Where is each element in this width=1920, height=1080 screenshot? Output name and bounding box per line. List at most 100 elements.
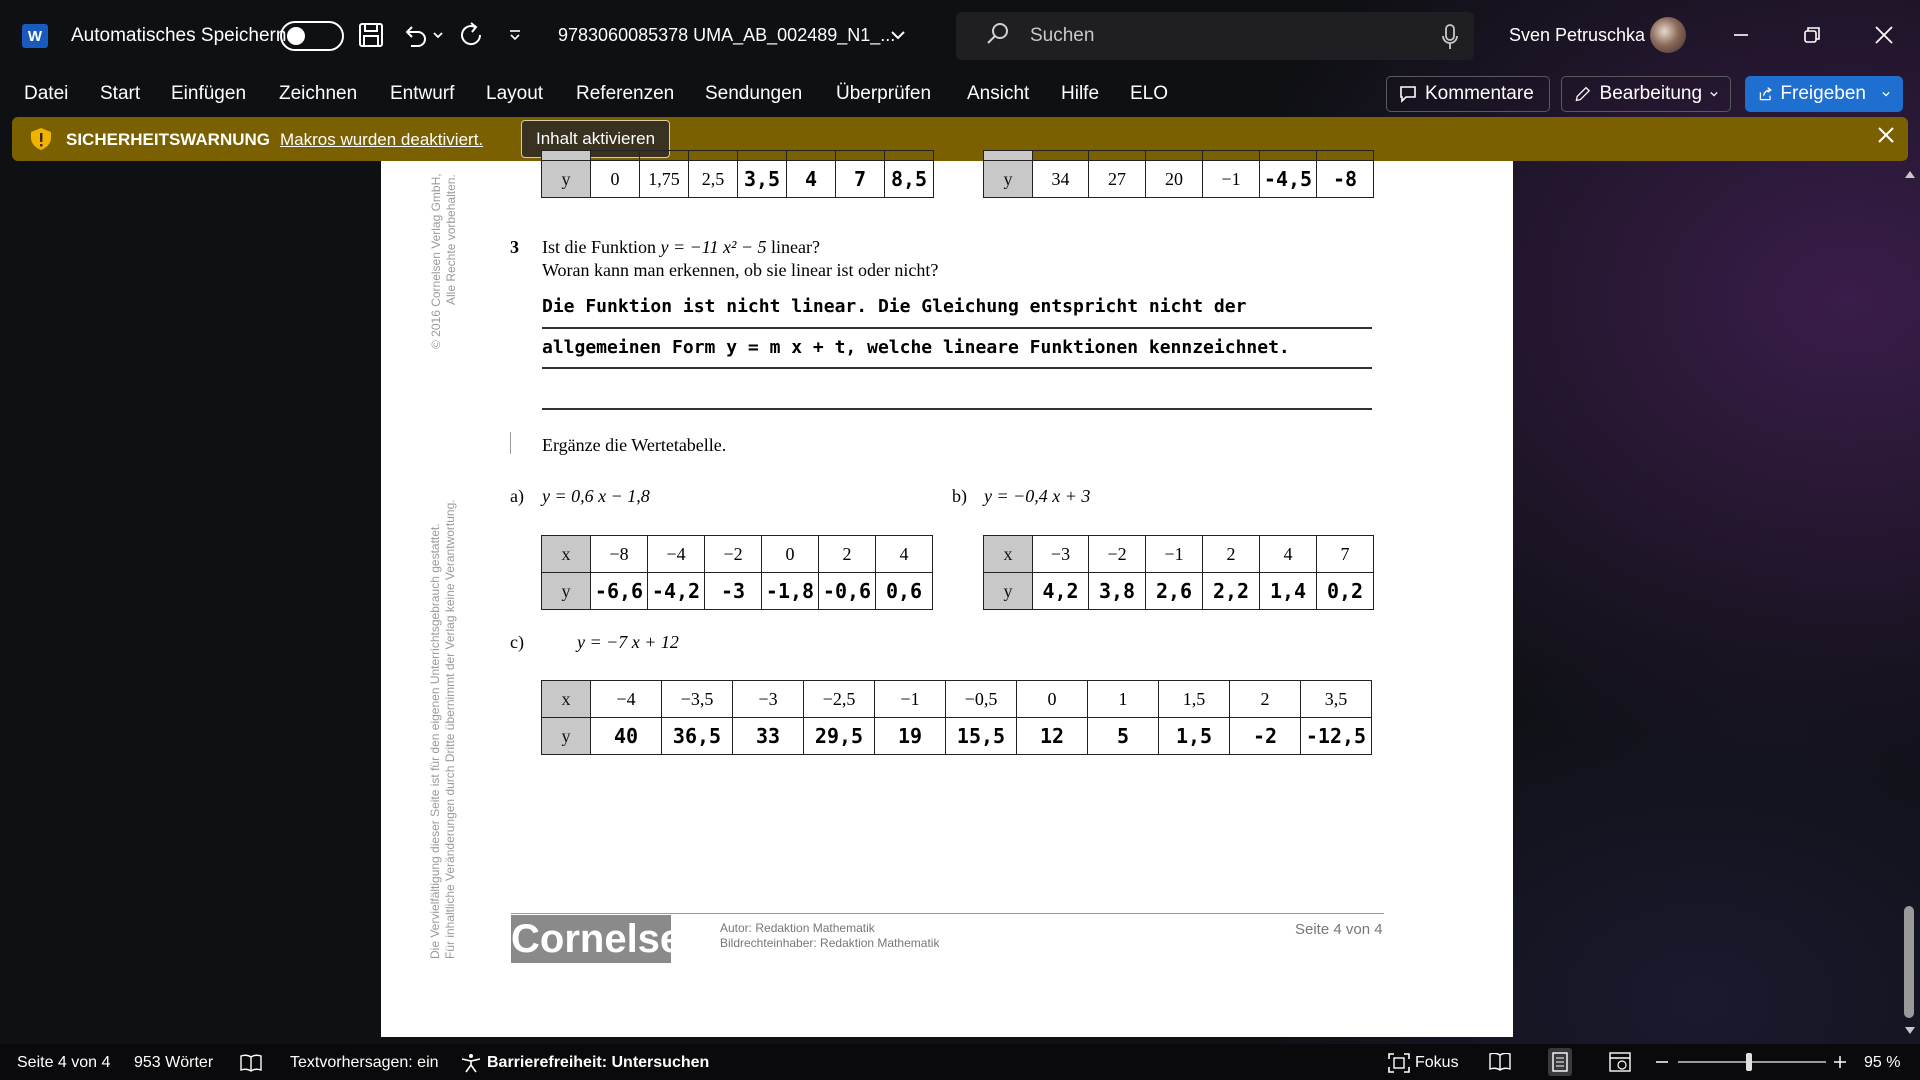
- tab-hilfe[interactable]: Hilfe: [1061, 83, 1099, 105]
- macros-disabled-link[interactable]: Makros wurden deaktiviert.: [280, 130, 483, 150]
- search-icon: [987, 23, 1008, 44]
- footer-rights: Bildrechteinhaber: Redaktion Mathematik: [720, 936, 940, 950]
- status-bar: Seite 4 von 4 953 Wörter Textvorhersagen…: [0, 1044, 1920, 1080]
- top-value-table-right: y 34 27 20 −1 -4,5 -8: [983, 150, 1374, 198]
- print-layout-button[interactable]: [1548, 1048, 1572, 1076]
- table-cell: −3,5: [661, 680, 733, 718]
- scrollbar-thumb[interactable]: [1904, 906, 1914, 1018]
- table-cell: −2,5: [803, 680, 875, 718]
- answer-cell: 0,2: [1316, 572, 1374, 610]
- text-predictions[interactable]: Textvorhersagen: ein: [290, 1054, 439, 1072]
- tab-start[interactable]: Start: [100, 83, 140, 105]
- web-layout-icon[interactable]: [1609, 1052, 1631, 1072]
- microphone-icon[interactable]: [1442, 24, 1458, 50]
- tab-zeichnen[interactable]: Zeichnen: [279, 83, 357, 105]
- focus-mode-button[interactable]: Fokus: [1415, 1054, 1459, 1072]
- security-warning-bar: SICHERHEITSWARNUNG Makros wurden deaktiv…: [12, 117, 1908, 161]
- tab-ansicht[interactable]: Ansicht: [967, 83, 1029, 105]
- tab-elo[interactable]: ELO: [1130, 83, 1168, 105]
- answer-cell: 5: [1087, 717, 1159, 755]
- task-3-question: Ist die Funktion y = −11 x² − 5 linear?: [542, 237, 820, 258]
- table-cell: 0: [1016, 680, 1088, 718]
- tab-einfuegen[interactable]: Einfügen: [171, 83, 246, 105]
- read-mode-icon[interactable]: [1489, 1053, 1511, 1071]
- tab-ueberpruefen[interactable]: Überprüfen: [836, 83, 931, 105]
- undo-icon[interactable]: [402, 22, 428, 48]
- title-bar: W Automatisches Speichern 9783060085378 …: [0, 0, 1920, 72]
- part-a-equation: y = 0,6 x − 1,8: [542, 486, 650, 506]
- user-avatar[interactable]: [1650, 17, 1686, 53]
- zoom-level[interactable]: 95 %: [1864, 1054, 1900, 1072]
- autosave-toggle[interactable]: [280, 21, 344, 51]
- customize-quick-access-icon[interactable]: [508, 28, 522, 42]
- table-cell: 2,5: [688, 160, 738, 198]
- zoom-slider[interactable]: [1678, 1061, 1826, 1063]
- share-button[interactable]: Freigeben: [1745, 76, 1903, 112]
- close-warning-icon[interactable]: [1876, 125, 1896, 145]
- part-a-label: a): [510, 486, 524, 506]
- share-icon: [1759, 87, 1772, 101]
- side-copyright-1: © 2016 Cornelsen Verlag GmbH,: [429, 173, 443, 349]
- focus-icon: [1388, 1053, 1410, 1073]
- answer-cell: -12,5: [1300, 717, 1372, 755]
- tab-sendungen[interactable]: Sendungen: [705, 83, 802, 105]
- part-b-label: b): [952, 486, 967, 506]
- answer-cell: -4,5: [1259, 160, 1317, 198]
- table-cell: −4: [590, 680, 662, 718]
- search-placeholder: Suchen: [1030, 25, 1095, 46]
- row-label-y: y: [983, 572, 1033, 610]
- answer-cell: 33: [732, 717, 804, 755]
- zoom-out-icon[interactable]: [1656, 1061, 1668, 1063]
- close-window-icon[interactable]: [1869, 20, 1899, 50]
- scroll-up-icon[interactable]: [1904, 169, 1916, 179]
- answer-cell: 7: [835, 160, 885, 198]
- editing-mode-button[interactable]: Bearbeitung: [1561, 76, 1731, 112]
- search-box[interactable]: Suchen: [956, 12, 1474, 60]
- share-dropdown-icon[interactable]: [1882, 90, 1890, 98]
- table-cell: −2: [1088, 535, 1146, 573]
- task-3-equation: y = −11 x² − 5: [660, 237, 767, 257]
- table-cell: 1,75: [639, 160, 689, 198]
- footer-rule: [511, 913, 1384, 914]
- accessibility-check[interactable]: Barrierefreiheit: Untersuchen: [487, 1054, 709, 1072]
- restore-icon[interactable]: [1797, 20, 1827, 50]
- zoom-slider-thumb[interactable]: [1746, 1053, 1752, 1071]
- zoom-in-icon[interactable]: [1834, 1056, 1846, 1068]
- proofing-book-icon[interactable]: [240, 1054, 262, 1072]
- security-warning-title: SICHERHEITSWARNUNG: [66, 130, 271, 149]
- redo-icon[interactable]: [458, 21, 486, 49]
- user-name[interactable]: Sven Petruschka: [1509, 25, 1645, 46]
- top-value-table-left: y 0 1,75 2,5 3,5 4 7 8,5: [541, 150, 934, 198]
- table-cell: −2: [704, 535, 762, 573]
- title-dropdown-icon[interactable]: [890, 29, 906, 41]
- tab-referenzen[interactable]: Referenzen: [576, 83, 674, 105]
- scroll-down-icon[interactable]: [1904, 1026, 1916, 1036]
- answer-cell: 29,5: [803, 717, 875, 755]
- revision-bar: [510, 432, 511, 454]
- tab-layout[interactable]: Layout: [486, 83, 543, 105]
- tab-datei[interactable]: Datei: [24, 83, 68, 105]
- pencil-icon: [1575, 86, 1591, 102]
- document-title[interactable]: 9783060085378 UMA_AB_002489_N1_...: [558, 25, 895, 46]
- minimize-icon[interactable]: [1726, 20, 1756, 50]
- answer-rule: [542, 367, 1372, 369]
- part-c-equation: y = −7 x + 12: [577, 632, 679, 652]
- document-page[interactable]: © 2016 Cornelsen Verlag GmbH, Alle Recht…: [381, 150, 1513, 1037]
- tab-entwurf[interactable]: Entwurf: [390, 83, 454, 105]
- comments-button[interactable]: Kommentare: [1386, 76, 1550, 112]
- autosave-label: Automatisches Speichern: [71, 25, 287, 46]
- undo-dropdown-icon[interactable]: [432, 30, 444, 40]
- table-cell: 0: [761, 535, 819, 573]
- word-app-icon: W: [22, 24, 53, 48]
- vertical-scrollbar[interactable]: [1898, 161, 1920, 1041]
- save-icon[interactable]: [358, 22, 384, 48]
- page-indicator[interactable]: Seite 4 von 4: [17, 1054, 110, 1072]
- answer-cell: 40: [590, 717, 662, 755]
- accessibility-icon: [461, 1054, 481, 1073]
- answer-cell: 0,6: [875, 572, 933, 610]
- cornelsen-logo: Cornelsen: [511, 915, 707, 963]
- row-label-y: y: [983, 160, 1033, 198]
- shield-warning-icon: [31, 128, 51, 150]
- table-cell: 2: [1229, 680, 1301, 718]
- word-count[interactable]: 953 Wörter: [134, 1054, 213, 1072]
